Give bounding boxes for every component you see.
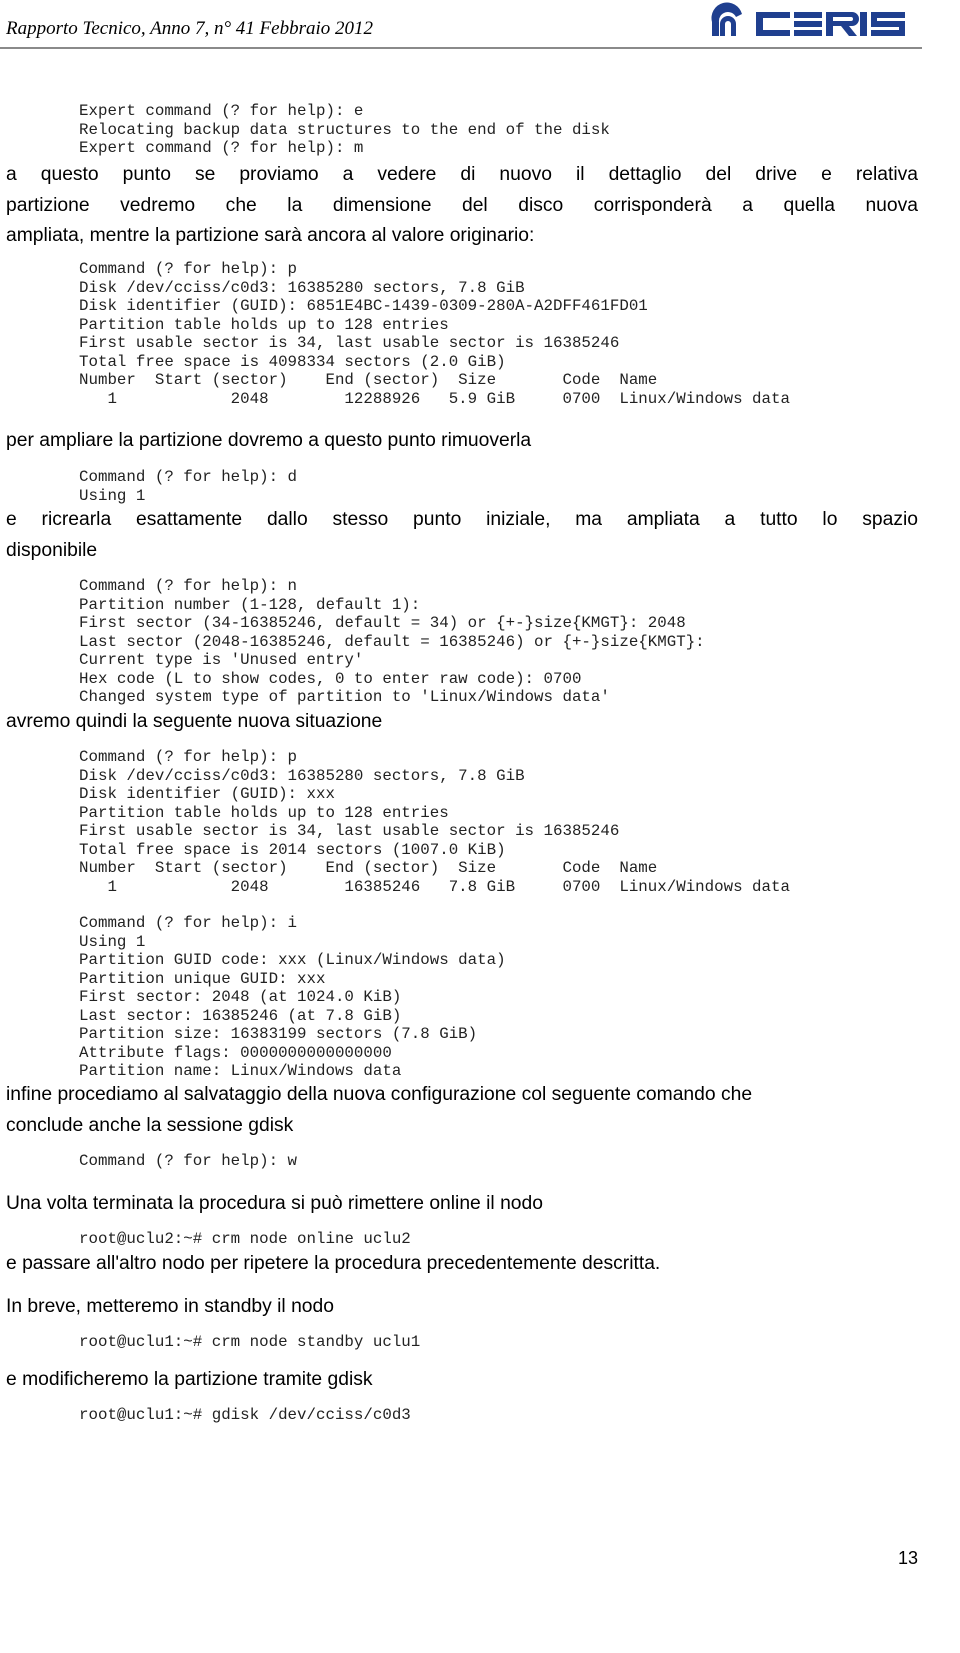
code-line: Partition number (1-128, default 1): xyxy=(79,595,421,614)
paragraph: In breve, metteremo in standby il nodo xyxy=(6,1292,918,1323)
code-line: Disk /dev/cciss/c0d3: 16385280 sectors, … xyxy=(79,278,525,297)
code-line: Total free space is 4098334 sectors (2.0… xyxy=(79,352,506,371)
code-line: root@uclu2:~# crm node online uclu2 xyxy=(79,1230,411,1248)
code-line: Disk identifier (GUID): xxx xyxy=(79,785,335,803)
code-line: Command (? for help): d xyxy=(79,468,298,486)
code-line: Command (? for help): w xyxy=(79,1152,298,1170)
code-line: Partition size: 16383199 sectors (7.8 Gi… xyxy=(79,1025,478,1043)
code-line: Current type is 'Unused entry' xyxy=(79,651,364,669)
code-line: Using 1 xyxy=(79,932,146,951)
code-line: First usable sector is 34, last usable s… xyxy=(79,822,620,840)
text-line: e ricrearla esattamente dallo stesso pun… xyxy=(6,509,918,530)
code-line: Disk /dev/cciss/c0d3: 16385280 sectors, … xyxy=(79,766,525,785)
code-block: Command (? for help): d Using 1 xyxy=(79,468,297,505)
code-line: Expert command (? for help): e xyxy=(79,102,364,120)
text-line: avremo quindi la seguente nuova situazio… xyxy=(6,711,383,732)
code-line: Hex code (L to show codes, 0 to enter ra… xyxy=(79,669,582,688)
code-line: Using 1 xyxy=(79,486,146,505)
ceris-logo xyxy=(711,2,905,37)
code-line: 1 2048 16385246 7.8 GiB 0700 Linux/Windo… xyxy=(79,877,790,896)
code-line: Partition table holds up to 128 entries xyxy=(79,803,449,822)
code-line: 1 2048 12288926 5.9 GiB 0700 Linux/Windo… xyxy=(79,389,790,408)
code-line: Partition unique GUID: xxx xyxy=(79,969,326,988)
code-line: Relocating backup data structures to the… xyxy=(79,120,610,139)
paragraph: e ricrearla esattamente dallo stesso pun… xyxy=(6,505,918,566)
code-line: Total free space is 2014 sectors (1007.0… xyxy=(79,840,506,859)
code-line: root@uclu1:~# gdisk /dev/cciss/c0d3 xyxy=(79,1406,411,1424)
code-line: Partition GUID code: xxx (Linux/Windows … xyxy=(79,951,506,969)
code-block: Expert command (? for help): e Relocating… xyxy=(79,102,610,158)
code-line: Changed system type of partition to 'Lin… xyxy=(79,688,610,706)
code-line: Partition table holds up to 128 entries xyxy=(79,315,449,334)
text-line: ampliata, mentre la partizione sarà anco… xyxy=(6,225,535,246)
paragraph: e modificheremo la partizione tramite gd… xyxy=(6,1365,918,1396)
paragraph: per ampliare la partizione dovremo a que… xyxy=(6,426,918,457)
code-line: Number Start (sector) End (sector) Size … xyxy=(79,859,658,877)
header-divider xyxy=(0,47,922,49)
code-line: Disk identifier (GUID): 6851E4BC-1439-03… xyxy=(79,297,648,315)
code-line: Command (? for help): p xyxy=(79,748,298,766)
paragraph: a questo punto se proviamo a vedere di n… xyxy=(6,160,918,252)
code-line: Last sector (2048-16385246, default = 16… xyxy=(79,632,705,651)
code-line: First usable sector is 34, last usable s… xyxy=(79,334,620,352)
text-line: e passare all'altro nodo per ripetere la… xyxy=(6,1253,661,1274)
code-line: root@uclu1:~# crm node standby uclu1 xyxy=(79,1333,421,1351)
code-block: Command (? for help): n Partition number … xyxy=(79,577,705,707)
text-line: partizione vedremo che la dimensione del… xyxy=(6,194,918,216)
code-block: root@uclu2:~# crm node online uclu2 xyxy=(79,1230,411,1249)
text-line: disponibile xyxy=(6,539,98,561)
code-block: Command (? for help): w xyxy=(79,1152,297,1171)
code-line: Command (? for help): n xyxy=(79,577,298,595)
page-number: 13 xyxy=(898,1548,919,1568)
code-block: Command (? for help): p Disk /dev/cciss/c… xyxy=(79,260,790,408)
code-block: root@uclu1:~# crm node standby uclu1 xyxy=(79,1333,420,1352)
paragraph: e passare all'altro nodo per ripetere la… xyxy=(6,1249,918,1280)
code-line: Command (? for help): i xyxy=(79,914,298,932)
code-block: Command (? for help): p Disk /dev/cciss/c… xyxy=(79,748,790,896)
code-line: Command (? for help): p xyxy=(79,260,298,278)
paragraph: Una volta terminata la procedura si può … xyxy=(6,1189,918,1220)
code-block: root@uclu1:~# gdisk /dev/cciss/c0d3 xyxy=(79,1406,411,1425)
code-line: Partition name: Linux/Windows data xyxy=(79,1062,402,1080)
code-line: First sector (34-16385246, default = 34)… xyxy=(79,614,686,632)
report-title: Rapporto Tecnico, Anno 7, n° 41 Febbraio… xyxy=(6,18,374,39)
text-line: In breve, metteremo in standby il nodo xyxy=(6,1296,334,1317)
paragraph: infine procediamo al salvataggio della n… xyxy=(6,1080,918,1141)
text-line: per ampliare la partizione dovremo a que… xyxy=(6,430,532,451)
text-line: e modificheremo la partizione tramite gd… xyxy=(6,1369,373,1390)
text-line: infine procediamo al salvataggio della n… xyxy=(6,1084,753,1105)
code-line: First sector: 2048 (at 1024.0 KiB) xyxy=(79,988,402,1006)
text-line: Una volta terminata la procedura si può … xyxy=(6,1193,543,1214)
code-line: Number Start (sector) End (sector) Size … xyxy=(79,371,658,389)
code-line: Attribute flags: 0000000000000000 xyxy=(79,1043,392,1062)
text-line: a questo punto se proviamo a vedere di n… xyxy=(6,164,918,185)
code-line: Last sector: 16385246 (at 7.8 GiB) xyxy=(79,1006,402,1025)
code-block: Command (? for help): i Using 1 Partition … xyxy=(79,914,506,1081)
code-line: Expert command (? for help): m xyxy=(79,139,364,157)
paragraph: avremo quindi la seguente nuova situazio… xyxy=(6,707,918,738)
text-line: conclude anche la sessione gdisk xyxy=(6,1114,294,1136)
